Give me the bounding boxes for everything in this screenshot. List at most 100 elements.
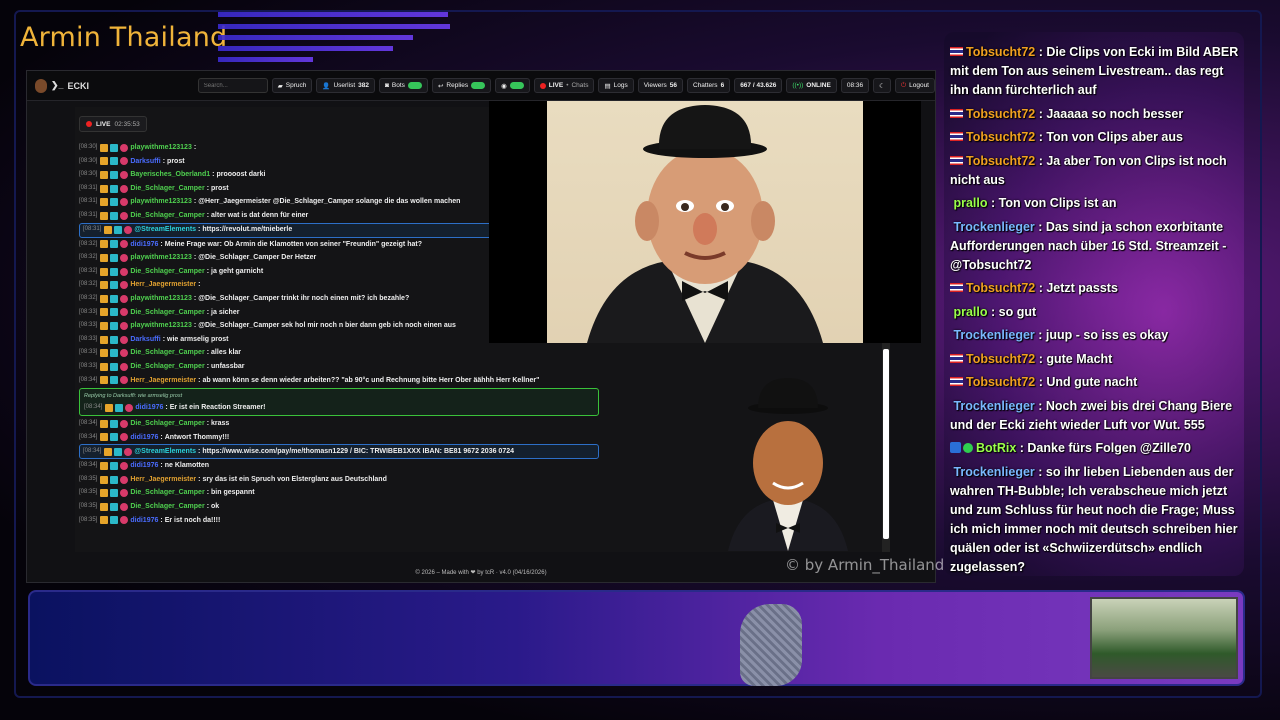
badge-icon bbox=[120, 462, 129, 471]
replies-toggle[interactable]: ↩ Replies bbox=[431, 78, 492, 93]
chat-username[interactable]: Die_Schlager_Camper bbox=[130, 182, 204, 196]
chat-text: ok bbox=[211, 503, 220, 511]
badge-icon bbox=[100, 253, 109, 262]
overlay-chat-text: Ton von Clips aber aus bbox=[1046, 130, 1183, 144]
scrollbar-thumb[interactable] bbox=[883, 349, 889, 539]
chat-username[interactable]: Herr_Jaegermeister bbox=[130, 473, 196, 487]
overlay-chat-text: Und gute nacht bbox=[1046, 375, 1138, 389]
chat-message: [08:35] Die_Schlager_Camper: bin gespannt bbox=[79, 486, 599, 500]
chat-username[interactable]: Die_Schlager_Camper bbox=[130, 500, 204, 514]
badge-icon bbox=[120, 184, 129, 193]
timestamp: [08:31] bbox=[79, 198, 98, 205]
chat-message: [08:34] @StreamElements: https://www.wise… bbox=[79, 444, 599, 460]
chat-text: @Die_Schlager_Camper sek hol mir noch n … bbox=[198, 322, 456, 330]
chat-username[interactable]: playwithme123123 bbox=[130, 319, 191, 333]
badge-icon bbox=[110, 253, 119, 262]
timestamp: [08:30] bbox=[79, 157, 98, 164]
chat-username[interactable]: playwithme123123 bbox=[130, 195, 191, 209]
chat-username[interactable]: playwithme123123 bbox=[130, 141, 191, 155]
chat-username[interactable]: @StreamElements bbox=[134, 223, 196, 237]
userlist-button[interactable]: 👤 Userlist 382 bbox=[316, 78, 375, 93]
chat-text: ja geht garnicht bbox=[211, 267, 264, 275]
theme-toggle[interactable]: ☾ bbox=[873, 78, 891, 93]
toggle-switch[interactable] bbox=[471, 82, 486, 89]
sound-toggle[interactable]: ◉ bbox=[495, 78, 530, 93]
badge-icon bbox=[114, 447, 123, 456]
colon: : bbox=[1035, 153, 1047, 168]
chat-text: ne Klamotten bbox=[164, 462, 210, 470]
colon: : bbox=[1034, 219, 1046, 234]
colon: : bbox=[160, 240, 163, 248]
chat-username[interactable]: didi1976 bbox=[130, 238, 158, 252]
badge-icon bbox=[120, 433, 129, 442]
badge-icon bbox=[120, 475, 129, 484]
spruch-button[interactable]: ▰ Spruch bbox=[271, 78, 313, 93]
badge-icon bbox=[100, 475, 109, 484]
chat-text: alter wat is dat denn für einer bbox=[211, 211, 309, 219]
chat-username[interactable]: Die_Schlager_Camper bbox=[130, 417, 204, 431]
overlay-chat-message: Trockenlieger : Das sind ja schon exorbi… bbox=[950, 218, 1240, 275]
chat-username[interactable]: Darksuffi bbox=[130, 333, 160, 347]
bots-toggle[interactable]: ◙ Bots bbox=[378, 78, 428, 93]
chat-username[interactable]: didi1976 bbox=[130, 459, 158, 473]
chat-username[interactable]: didi1976 bbox=[130, 431, 158, 445]
app-topbar: ❯_ ECKI ▰Spruch 👤Userlist382 ◙Bots ↩Repl… bbox=[27, 71, 935, 101]
badge-icon bbox=[120, 419, 129, 428]
doc-icon: ▤ bbox=[604, 82, 611, 90]
chat-text: Antwort Thommy!!! bbox=[164, 433, 230, 441]
chat-message: [08:34] Herr_Jaegermeister: ab wann könn … bbox=[79, 374, 599, 388]
chat-username[interactable]: Die_Schlager_Camper bbox=[130, 306, 204, 320]
badge-icon bbox=[115, 403, 124, 412]
chat-message: [08:33] Die_Schlager_Camper: alles klar bbox=[79, 346, 599, 360]
timestamp: [08:32] bbox=[79, 281, 98, 288]
colon: : bbox=[1016, 441, 1028, 455]
chatters-stat: Chatters 6 bbox=[686, 78, 731, 93]
timestamp: [08:32] bbox=[79, 267, 98, 274]
colon: : bbox=[193, 254, 197, 262]
chat-username[interactable]: Die_Schlager_Camper bbox=[130, 486, 204, 500]
toggle-switch[interactable] bbox=[509, 82, 524, 89]
app-logo[interactable]: ❯_ ECKI bbox=[35, 78, 188, 93]
overlay-chat-username: Tobsucht72 bbox=[966, 106, 1036, 121]
deco-stripe bbox=[218, 35, 413, 40]
chat-text: proooost darki bbox=[216, 171, 266, 179]
caricature-portrait bbox=[547, 101, 863, 343]
chat-username[interactable]: playwithme123123 bbox=[130, 292, 191, 306]
overlay-chat-username: Tobsucht72 bbox=[966, 45, 1036, 59]
colon: : bbox=[198, 475, 201, 483]
logout-button[interactable]: ⏻ Logout bbox=[894, 78, 935, 93]
chat-username[interactable]: didi1976 bbox=[130, 514, 158, 528]
chat-username[interactable]: playwithme123123 bbox=[130, 251, 191, 265]
live-chats-button[interactable]: LIVE • Chats bbox=[533, 78, 595, 93]
thai-flag-icon bbox=[950, 155, 963, 165]
reply-icon: ↩ bbox=[437, 82, 444, 90]
toggle-switch[interactable] bbox=[407, 82, 422, 89]
logs-button[interactable]: ▤ Logs bbox=[598, 78, 634, 93]
badge-icon bbox=[110, 349, 119, 358]
chat-username[interactable]: Bayerisches_Oberland1 bbox=[130, 168, 210, 182]
timestamp: [08:31] bbox=[79, 184, 98, 191]
chat-username[interactable]: Die_Schlager_Camper bbox=[130, 360, 204, 374]
colon: : bbox=[1035, 281, 1047, 295]
badge-icon bbox=[120, 308, 129, 317]
chat-username[interactable]: Die_Schlager_Camper bbox=[130, 265, 204, 279]
badge-icon bbox=[120, 489, 129, 498]
chat-username[interactable]: Darksuffi bbox=[130, 155, 160, 169]
chat-username[interactable]: didi1976 bbox=[135, 401, 163, 414]
badge-icon bbox=[120, 516, 129, 525]
chat-text: wie armselig prost bbox=[167, 335, 229, 343]
chat-username[interactable]: Herr_Jaegermeister bbox=[130, 278, 196, 292]
overlay-chat-message: Tobsucht72 : Ton von Clips aber aus bbox=[950, 128, 1240, 147]
chat-username[interactable]: Die_Schlager_Camper bbox=[130, 209, 204, 223]
colon: : bbox=[206, 267, 210, 275]
badge-icon bbox=[120, 198, 129, 207]
chat-username[interactable]: Die_Schlager_Camper bbox=[130, 346, 204, 360]
search-input[interactable] bbox=[197, 78, 268, 93]
chat-username[interactable]: @StreamElements bbox=[134, 445, 196, 459]
colon: : bbox=[206, 349, 210, 357]
chat-username[interactable]: Herr_Jaegermeister bbox=[130, 374, 196, 388]
overlay-chat-message: Trockenlieger : juup - so iss es okay bbox=[950, 326, 1240, 345]
colon: : bbox=[193, 144, 197, 151]
colon: : bbox=[1034, 464, 1046, 479]
deco-stripe bbox=[218, 57, 313, 62]
